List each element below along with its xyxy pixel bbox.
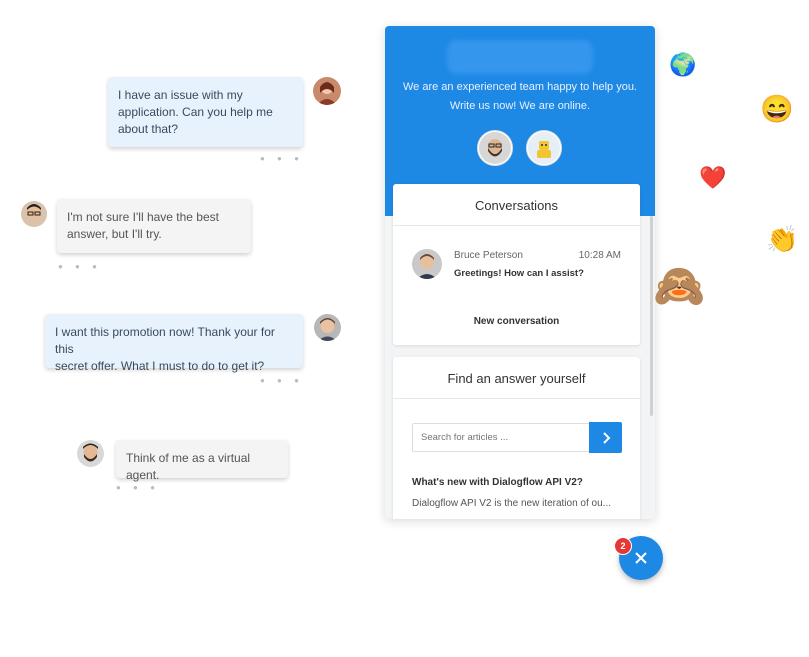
typing-dots: ● ● ● xyxy=(58,262,102,271)
chat-bubble-1-line: I have an issue with my xyxy=(118,88,243,102)
article-description: Dialogflow API V2 is the new iteration o… xyxy=(412,498,611,509)
clapping-hands-icon: 👏 xyxy=(766,224,799,254)
typing-dots: ● ● ● xyxy=(260,154,304,163)
chat-bubble-3-line: I want this promotion now! Thank your fo… xyxy=(55,325,275,356)
conversation-name: Bruce Peterson xyxy=(454,250,523,261)
conversation-time: 10:28 AM xyxy=(578,250,621,261)
globe-icon: 🌍 xyxy=(669,52,697,77)
avatar-man-glasses xyxy=(21,201,47,227)
widget-scrollbar[interactable] xyxy=(650,216,653,416)
article-search-input[interactable] xyxy=(412,423,589,452)
chat-bubble-3: I want this promotion now! Thank your fo… xyxy=(45,314,303,373)
typing-dots: ● ● ● xyxy=(116,483,160,492)
conversations-title: Conversations xyxy=(393,184,640,226)
conversations-card: Conversations Bruce Peterson 10:28 AM Gr… xyxy=(393,184,640,345)
header-status: Write us now! We are online. xyxy=(449,100,591,112)
agent-avatar-2 xyxy=(526,130,562,166)
article-title[interactable]: What's new with Dialogflow API V2? xyxy=(412,477,583,488)
chat-widget: We are an experienced team happy to help… xyxy=(385,26,655,519)
grinning-face-icon: 😄 xyxy=(760,94,794,124)
find-answer-title: Find an answer yourself xyxy=(393,357,640,399)
find-answer-card: Find an answer yourself What's new with … xyxy=(393,357,640,519)
chevron-right-icon xyxy=(602,431,610,444)
notification-badge: 2 xyxy=(614,537,632,555)
chat-bubble-4: Think of me as a virtual agent. xyxy=(116,440,288,482)
header-tagline: We are an experienced team happy to help… xyxy=(402,81,637,93)
conversation-avatar xyxy=(412,249,442,279)
chat-bubble-1-line: about that? xyxy=(118,122,179,136)
chat-bubble-2: I'm not sure I'll have the best answer, … xyxy=(57,199,251,253)
avatar-man-short-hair xyxy=(314,314,341,341)
brand-logo xyxy=(447,40,593,74)
chat-bubble-1-line: application. Can you help me xyxy=(118,105,273,119)
heart-icon: ❤️ xyxy=(699,165,727,190)
avatar-woman xyxy=(313,77,341,105)
chat-bubble-4-line: Think of me as a virtual agent. xyxy=(126,451,251,482)
chat-bubble-1: I have an issue with my application. Can… xyxy=(108,77,303,147)
typing-dots: ● ● ● xyxy=(260,376,304,385)
close-icon xyxy=(635,552,647,564)
conversation-preview: Greetings! How can I assist? xyxy=(454,268,584,279)
agent-avatar-1 xyxy=(477,130,513,166)
chat-bubble-2-line: I'm not sure I'll have the best xyxy=(67,210,219,224)
chat-bubble-2-line: answer, but I'll try. xyxy=(67,227,162,241)
chat-bubble-3-line: secret offer. What I must to do to get i… xyxy=(55,359,265,373)
search-submit-button[interactable] xyxy=(589,422,622,453)
avatar-bearded-man xyxy=(77,440,104,467)
monkey-icon: 🙈 xyxy=(653,262,706,309)
new-conversation-button[interactable]: New conversation xyxy=(393,316,640,327)
